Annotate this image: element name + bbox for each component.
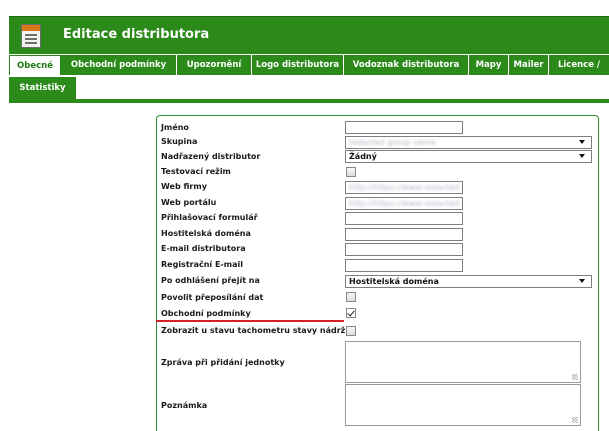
tab-bar: Obecné Obchodní podmínky Upozornění Logo… [9, 55, 609, 75]
tab-bar-row2: Statistiky [9, 77, 609, 99]
label-skupina: Skupina [161, 137, 198, 146]
registracni-input[interactable] [345, 259, 463, 272]
email-input[interactable] [345, 243, 463, 256]
po-odhlaseni-value: Hostitelská doména [349, 277, 439, 286]
tab-vodoznak-distributora[interactable]: Vodoznak distributora [344, 55, 469, 75]
chevron-down-icon [579, 140, 585, 144]
tab-upozorneni[interactable]: Upozornění [177, 55, 252, 75]
obchodni-checkbox[interactable] [346, 308, 356, 318]
tab-obecne[interactable]: Obecné [9, 55, 61, 75]
label-hostitelska: Hostitelská doména [161, 229, 251, 238]
tab-obchodni-podminky[interactable]: Obchodní podmínky [61, 55, 177, 75]
nadrazeny-select[interactable]: Žádný [345, 150, 592, 163]
jmeno-input[interactable] [345, 121, 463, 134]
tab-mailer[interactable]: Mailer [509, 55, 549, 75]
chevron-down-icon [579, 154, 585, 158]
label-testovaci: Testovací režim [161, 167, 231, 176]
tab-logo-distributora[interactable]: Logo distributora [252, 55, 344, 75]
window-header: Editace distributora [9, 16, 609, 54]
nadrazeny-value: Žádný [349, 152, 377, 161]
label-jmeno: Jméno [161, 123, 189, 132]
label-po-odhlaseni: Po odhlášení přejít na [161, 276, 260, 285]
prihlasovaci-input[interactable] [345, 212, 463, 225]
tab-underline [9, 99, 609, 103]
web-firmy-input[interactable]: http://https://www.redacted.cz/ [345, 181, 463, 194]
testovaci-checkbox[interactable] [346, 167, 356, 177]
label-zprava: Zpráva při přidání jednotky [161, 358, 285, 367]
zobrazit-checkbox[interactable] [346, 326, 356, 336]
label-nadrazeny: Nadřazený distributor [161, 152, 261, 161]
chevron-down-icon [579, 279, 585, 283]
label-obchodni: Obchodní podmínky [161, 309, 251, 318]
label-web-firmy: Web firmy [161, 182, 207, 191]
web-portalu-input[interactable]: http://https://www.redacted.cz/ [345, 197, 463, 210]
label-web-portalu: Web portálu [161, 198, 217, 207]
zprava-textarea[interactable] [345, 341, 581, 383]
resize-grip-icon[interactable] [572, 417, 578, 423]
label-povolit: Povolit přeposílání dat [161, 293, 264, 302]
label-prihlasovaci: Přihlašovací formulář [161, 213, 258, 222]
tab-mapy[interactable]: Mapy [469, 55, 509, 75]
top-strip [0, 0, 609, 9]
label-zobrazit: Zobrazit u stavu tachometru stavy nádrží [161, 326, 349, 335]
label-registracni: Registrační E-mail [161, 260, 243, 269]
label-poznamka: Poznámka [161, 401, 208, 410]
hostitelska-input[interactable] [345, 228, 463, 241]
poznamka-textarea[interactable] [345, 384, 581, 426]
label-email: E-mail distributora [161, 244, 246, 253]
tab-statistiky[interactable]: Statistiky [9, 77, 77, 99]
po-odhlaseni-select[interactable]: Hostitelská doména [345, 275, 592, 288]
web-portalu-value: http://https://www.redacted.cz/ [349, 199, 463, 208]
web-firmy-value: http://https://www.redacted.cz/ [349, 183, 463, 192]
tab-licence[interactable]: Licence / [549, 55, 609, 75]
page-title: Editace distributora [63, 27, 210, 42]
povolit-checkbox[interactable] [346, 292, 356, 302]
document-icon [21, 24, 41, 48]
resize-grip-icon[interactable] [572, 374, 578, 380]
skupina-select[interactable]: redacted group name [345, 136, 592, 149]
skupina-value: redacted group name [349, 138, 436, 147]
highlight-underline [156, 320, 344, 322]
